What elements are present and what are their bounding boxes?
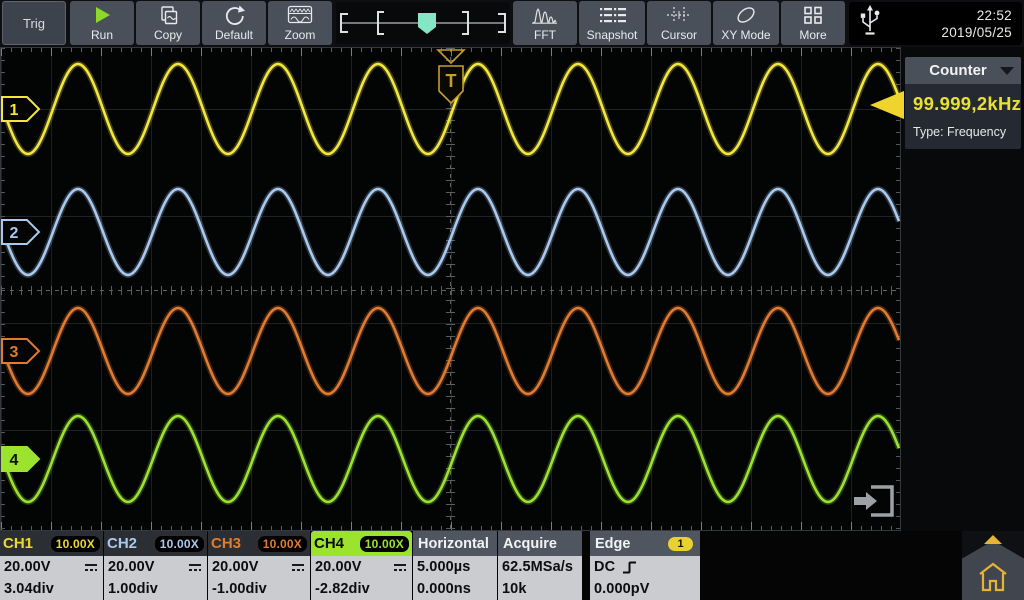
copy-button[interactable]: Copy xyxy=(136,1,200,45)
snapshot-label: Snapshot xyxy=(587,28,638,42)
trig-button[interactable]: Trig xyxy=(2,1,66,45)
rising-edge-icon xyxy=(622,560,638,575)
dc-coupling-icon xyxy=(84,562,98,572)
dc-coupling-icon xyxy=(291,562,305,572)
acquire-memory-depth: 10k xyxy=(502,581,527,597)
horizontal-timebase: 5.000µs xyxy=(417,559,470,575)
toolbar: Trig Run Copy Default xyxy=(0,0,1024,47)
fft-label: FFT xyxy=(534,28,556,42)
svg-text:4: 4 xyxy=(10,452,19,469)
reset-arrow-icon xyxy=(222,3,246,27)
clock-date: 2019/05/25 xyxy=(941,24,1012,41)
acquire-status[interactable]: Acquire 62.5MSa/s 10k xyxy=(498,531,582,600)
trigger-level: 0.000pV xyxy=(594,581,650,597)
channel-2-probe-badge: 10.00X xyxy=(155,536,204,552)
channel-2-label: CH2 xyxy=(107,535,137,552)
channel-marker-1[interactable]: 1 xyxy=(1,95,43,123)
channel-4-scale: 20.00V xyxy=(315,559,362,575)
channel-2-scale: 20.00V xyxy=(108,559,155,575)
counter-body: 99.999,2kHz Type: Frequency xyxy=(905,84,1021,149)
channel-2-status[interactable]: CH2 10.00X 20.00V 1.00div xyxy=(104,531,207,600)
channel-marker-2[interactable]: 2 xyxy=(1,218,43,246)
run-label: Run xyxy=(91,28,113,42)
horizontal-status[interactable]: Horizontal 5.000µs 0.000ns xyxy=(413,531,497,600)
xy-ellipse-icon xyxy=(733,3,759,27)
trigger-status[interactable]: Edge 1 DC 0.000pV xyxy=(590,531,700,600)
default-label: Default xyxy=(215,28,253,42)
more-button[interactable]: More xyxy=(781,1,845,45)
channel-4-label: CH4 xyxy=(314,535,344,552)
channel-3-position: -1.00div xyxy=(212,581,267,597)
default-button[interactable]: Default xyxy=(202,1,266,45)
horizontal-delay: 0.000ns xyxy=(417,581,471,597)
channel-4-position: -2.82div xyxy=(315,581,370,597)
counter-panel: Counter 99.999,2kHz Type: Frequency xyxy=(905,57,1021,149)
channel-3-status[interactable]: CH3 10.00X 20.00V -1.00div xyxy=(208,531,310,600)
svg-text:1: 1 xyxy=(10,102,19,119)
fft-button[interactable]: FFT xyxy=(513,1,577,45)
trigger-coupling: DC xyxy=(594,559,615,575)
run-play-icon xyxy=(91,3,113,27)
channel-1-probe-badge: 10.00X xyxy=(51,536,100,552)
trigger-title: Edge xyxy=(595,536,630,552)
svg-text:3: 3 xyxy=(10,344,19,361)
horizontal-position-indicator[interactable] xyxy=(336,2,510,44)
channel-3-probe-badge: 10.00X xyxy=(258,536,307,552)
cursor-label: Cursor xyxy=(661,28,697,42)
chevron-down-icon xyxy=(1000,67,1014,75)
channel-1-position: 3.04div xyxy=(4,581,54,597)
more-grid-icon xyxy=(802,3,824,27)
zoom-button[interactable]: Zoom xyxy=(268,1,332,45)
zoom-label: Zoom xyxy=(285,28,316,42)
home-icon[interactable] xyxy=(978,561,1008,593)
more-label: More xyxy=(799,28,826,42)
channel-marker-4[interactable]: 4 xyxy=(1,445,43,473)
copy-label: Copy xyxy=(154,28,182,42)
counter-value: 99.999,2kHz xyxy=(913,93,1013,115)
channel-4-status[interactable]: CH4 10.00X 20.00V -2.82div xyxy=(311,531,412,600)
collapse-up-icon[interactable] xyxy=(984,535,1002,544)
channel-4-probe-badge: 10.00X xyxy=(360,536,409,552)
acquire-sample-rate: 62.5MSa/s xyxy=(502,559,573,575)
oscilloscope-screen: { "toolbar": { "trig_label": "Trig", "ru… xyxy=(0,0,1024,600)
clock-time: 22:52 xyxy=(941,7,1012,24)
channel-1-status[interactable]: CH1 10.00X 20.00V 3.04div xyxy=(0,531,103,600)
svg-text:2: 2 xyxy=(10,225,19,242)
channel-marker-3[interactable]: 3 xyxy=(1,337,43,365)
channel-3-label: CH3 xyxy=(211,535,241,552)
snapshot-list-icon xyxy=(598,3,626,27)
waveform-traces xyxy=(1,48,900,530)
trigger-source-badge: 1 xyxy=(668,537,693,551)
trig-label: Trig xyxy=(23,16,45,31)
xy-mode-label: XY Mode xyxy=(721,28,770,42)
counter-title: Counter xyxy=(929,62,987,79)
counter-type: Type: Frequency xyxy=(913,125,1013,139)
expand-panel-icon[interactable] xyxy=(851,484,899,520)
fft-spectrum-icon xyxy=(532,3,558,27)
channel-1-label: CH1 xyxy=(3,535,33,552)
snapshot-button[interactable]: Snapshot xyxy=(579,1,645,45)
zoom-window-icon xyxy=(287,3,313,27)
dc-coupling-icon xyxy=(188,562,202,572)
clock-panel[interactable]: 22:52 2019/05/25 xyxy=(849,2,1022,45)
horizontal-title: Horizontal xyxy=(418,536,489,552)
acquire-title: Acquire xyxy=(503,536,557,552)
channel-2-position: 1.00div xyxy=(108,581,158,597)
run-button[interactable]: Run xyxy=(70,1,134,45)
channel-1-scale: 20.00V xyxy=(4,559,51,575)
cursor-button[interactable]: Cursor xyxy=(647,1,711,45)
counter-header[interactable]: Counter xyxy=(905,57,1021,84)
xy-mode-button[interactable]: XY Mode xyxy=(713,1,779,45)
status-bar: CH1 10.00X 20.00V 3.04div CH2 10.00X 20.… xyxy=(0,531,1024,600)
copy-icon xyxy=(156,3,180,27)
waveform-display[interactable]: T 1234 xyxy=(0,47,901,531)
corner-menu xyxy=(962,531,1024,600)
channel-3-scale: 20.00V xyxy=(212,559,259,575)
usb-icon xyxy=(858,3,882,44)
trigger-position-marker xyxy=(418,13,436,34)
dc-coupling-icon xyxy=(393,562,407,572)
side-panel: Counter 99.999,2kHz Type: Frequency xyxy=(901,47,1024,531)
cursor-crosshair-icon xyxy=(666,3,692,27)
trigger-level-arrow[interactable] xyxy=(870,91,904,119)
